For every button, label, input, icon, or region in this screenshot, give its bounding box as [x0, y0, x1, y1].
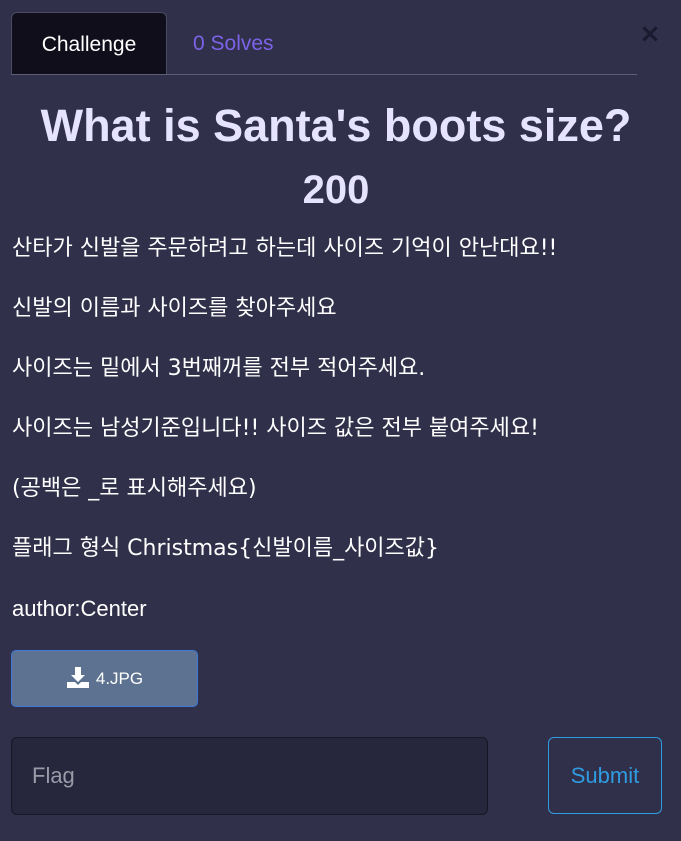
challenge-title: What is Santa's boots size?: [40, 100, 632, 151]
description-line: 신발의 이름과 사이즈를 찾아주세요: [12, 296, 337, 321]
submit-button[interactable]: Submit: [548, 737, 662, 814]
author-text: author:Center: [12, 596, 147, 621]
tab-solves[interactable]: 0 Solves: [193, 12, 274, 74]
download-file-label: 4.JPG: [95, 668, 144, 688]
flag-input[interactable]: [11, 737, 488, 815]
close-icon: ×: [639, 19, 661, 49]
description-line: 플래그 형식 Christmas{신발이름_사이즈값}: [12, 536, 440, 561]
download-file-button[interactable]: 4.JPG: [11, 650, 198, 707]
description-line: (공백은 _로 표시해주세요): [12, 476, 257, 501]
challenge-description: 산타가 신발을 주문하려고 하는데 사이즈 기억이 안난대요!! 신발의 이름과…: [12, 228, 672, 648]
challenge-points: 200: [302, 168, 370, 212]
description-line: 사이즈는 밑에서 3번째꺼를 전부 적어주세요.: [12, 356, 426, 381]
challenge-tabs: Challenge 0 Solves: [11, 12, 637, 75]
description-line: 산타가 신발을 주문하려고 하는데 사이즈 기억이 안난대요!!: [12, 236, 558, 261]
close-button[interactable]: ×: [636, 20, 664, 48]
tab-challenge[interactable]: Challenge: [11, 12, 167, 74]
download-icon: [66, 665, 90, 693]
description-line: 사이즈는 남성기준입니다!! 사이즈 값은 전부 붙여주세요!: [12, 416, 539, 441]
